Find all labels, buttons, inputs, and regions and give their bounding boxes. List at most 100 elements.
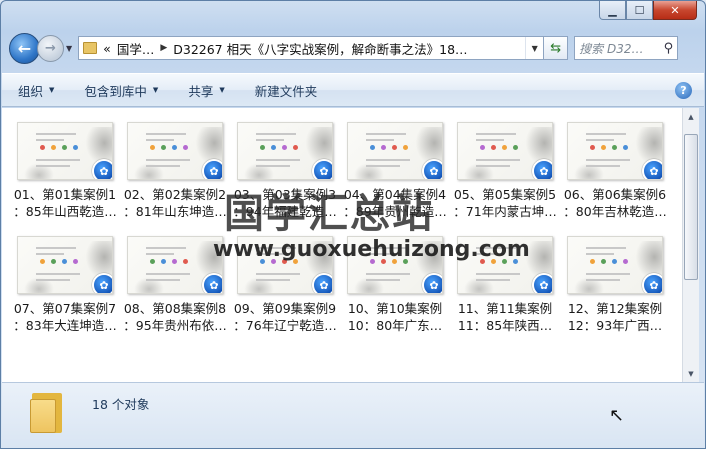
explorer-window: ▁ ☐ ✕ ← → ▼ « 国学… ▶ D32267 相天《八字实战案例，解命断… <box>0 0 706 449</box>
details-pane: 18 个对象 ↖ <box>2 382 704 448</box>
scrollbar-thumb[interactable] <box>684 134 698 280</box>
media-player-icon: ✿ <box>202 159 222 179</box>
address-bar[interactable]: « 国学… ▶ D32267 相天《八字实战案例，解命断事之法》18… ▼ <box>78 36 545 60</box>
file-name-line2: 11：85年陕西… <box>457 318 553 333</box>
file-name: 07、第07集案例7 ：83年大连坤造… <box>10 300 120 334</box>
navigation-bar: ← → ▼ « 国学… ▶ D32267 相天《八字实战案例，解命断事之法》18… <box>9 31 697 65</box>
file-name-line1: 12、第12集案例 <box>567 301 663 316</box>
file-name-line1: 10、第10集案例 <box>347 301 443 316</box>
address-dropdown-icon[interactable]: ▼ <box>525 37 543 59</box>
media-player-icon: ✿ <box>422 273 442 293</box>
file-name-line2: ：71年内蒙古坤… <box>453 204 557 219</box>
file-name-line2: ：81年山东坤造… <box>123 204 227 219</box>
file-name: 08、第08集案例8 ：95年贵州布依… <box>120 300 230 334</box>
file-name-line2: ：95年贵州布依… <box>123 318 227 333</box>
media-player-icon: ✿ <box>312 159 332 179</box>
new-folder-label: 新建文件夹 <box>254 83 318 99</box>
organize-label: 组织 <box>18 83 44 99</box>
file-name-line1: 11、第11集案例 <box>457 301 553 316</box>
video-thumbnail[interactable]: ✿ <box>457 122 553 180</box>
file-name-line2: 12：93年广西… <box>567 318 663 333</box>
search-input[interactable]: 搜索 D32… ⚲ <box>574 36 679 60</box>
back-button[interactable]: ← <box>9 32 40 64</box>
file-item[interactable]: ✿ 12、第12集案例 12：93年广西… <box>560 236 670 334</box>
file-name: 06、第06集案例6 ：80年吉林乾造… <box>560 186 670 220</box>
file-name-line2: ：85年山西乾造… <box>13 204 117 219</box>
video-thumbnail[interactable]: ✿ <box>127 236 223 294</box>
include-label: 包含到库中 <box>84 83 147 99</box>
include-in-library-menu[interactable]: 包含到库中 ▼ <box>84 81 158 100</box>
search-placeholder: 搜索 D32… <box>579 41 644 56</box>
file-name: 10、第10集案例 10：80年广东… <box>340 300 450 334</box>
breadcrumb-current-folder[interactable]: D32267 相天《八字实战案例，解命断事之法》18… <box>173 39 467 58</box>
video-thumbnail[interactable]: ✿ <box>127 122 223 180</box>
file-name-line2: ：83年大连坤造… <box>13 318 117 333</box>
video-thumbnail[interactable]: ✿ <box>567 122 663 180</box>
file-item[interactable]: ✿ 02、第02集案例2 ：81年山东坤造… <box>120 122 230 220</box>
vertical-scrollbar[interactable]: ▲ ▼ <box>682 108 699 382</box>
minimize-button[interactable]: ▁ <box>599 1 626 20</box>
breadcrumb-guoxue[interactable]: 国学… <box>117 39 155 58</box>
breadcrumb-arrow-icon[interactable]: ▶ <box>160 43 167 53</box>
command-toolbar: 组织 ▼ 包含到库中 ▼ 共享 ▼ 新建文件夹 ? <box>2 73 704 107</box>
folder-icon <box>83 42 98 54</box>
address-overflow[interactable]: « <box>103 41 111 56</box>
watermark-text-cn: 国学汇总站 <box>224 191 434 237</box>
media-player-icon: ✿ <box>92 159 112 179</box>
file-name-line1: 05、第05集案例5 <box>453 187 557 202</box>
media-player-icon: ✿ <box>312 273 332 293</box>
video-thumbnail[interactable]: ✿ <box>17 236 113 294</box>
forward-button[interactable]: → <box>37 34 64 62</box>
scroll-up-icon[interactable]: ▲ <box>683 108 699 125</box>
search-icon[interactable]: ⚲ <box>664 41 674 56</box>
file-name-line1: 01、第01集案例1 <box>13 187 117 202</box>
file-name: 12、第12集案例 12：93年广西… <box>560 300 670 334</box>
media-player-icon: ✿ <box>202 273 222 293</box>
refresh-icon: ⇆ <box>550 40 562 56</box>
file-item[interactable]: ✿ 07、第07集案例7 ：83年大连坤造… <box>10 236 120 334</box>
file-name-line2: 10：80年广东… <box>347 318 443 333</box>
media-player-icon: ✿ <box>532 159 552 179</box>
file-item[interactable]: ✿ 05、第05集案例5 ：71年内蒙古坤… <box>450 122 560 220</box>
recent-pages-dropdown-icon[interactable]: ▼ <box>66 44 72 53</box>
share-menu[interactable]: 共享 ▼ <box>188 81 224 100</box>
video-thumbnail[interactable]: ✿ <box>567 236 663 294</box>
watermark-text-url: www.guoxuehuizong.com <box>213 237 530 262</box>
close-button[interactable]: ✕ <box>653 1 697 20</box>
mouse-cursor-icon: ↖ <box>609 405 625 426</box>
organize-menu[interactable]: 组织 ▼ <box>18 81 54 100</box>
media-player-icon: ✿ <box>422 159 442 179</box>
scroll-down-icon[interactable]: ▼ <box>683 365 699 382</box>
object-count: 18 个对象 <box>92 397 150 412</box>
file-name: 05、第05集案例5 ：71年内蒙古坤… <box>450 186 560 220</box>
file-item[interactable]: ✿ 06、第06集案例6 ：80年吉林乾造… <box>560 122 670 220</box>
file-name-line1: 08、第08集案例8 <box>123 301 227 316</box>
file-name-line2: ：76年辽宁乾造… <box>233 318 337 333</box>
chevron-down-icon: ▼ <box>152 86 159 94</box>
media-player-icon: ✿ <box>642 159 662 179</box>
file-name-line1: 06、第06集案例6 <box>563 187 667 202</box>
caption-buttons: ▁ ☐ ✕ <box>599 1 697 21</box>
video-thumbnail[interactable]: ✿ <box>17 122 113 180</box>
refresh-button[interactable]: ⇆ <box>544 36 569 60</box>
video-thumbnail[interactable]: ✿ <box>237 122 333 180</box>
chevron-down-icon: ▼ <box>219 86 225 94</box>
file-name: 01、第01集案例1 ：85年山西乾造… <box>10 186 120 220</box>
media-player-icon: ✿ <box>532 273 552 293</box>
file-name-line2: ：80年吉林乾造… <box>563 204 667 219</box>
maximize-button[interactable]: ☐ <box>626 1 653 20</box>
share-label: 共享 <box>188 83 214 99</box>
arrow-left-icon: ← <box>17 38 32 58</box>
file-name-line1: 02、第02集案例2 <box>123 187 227 202</box>
file-name: 02、第02集案例2 ：81年山东坤造… <box>120 186 230 220</box>
file-item[interactable]: ✿ 01、第01集案例1 ：85年山西乾造… <box>10 122 120 220</box>
help-icon[interactable]: ? <box>675 82 692 99</box>
file-name: 11、第11集案例 11：85年陕西… <box>450 300 560 334</box>
file-name: 09、第09集案例9 ：76年辽宁乾造… <box>230 300 340 334</box>
file-name-line1: 07、第07集案例7 <box>13 301 117 316</box>
folder-large-icon <box>30 391 64 435</box>
video-thumbnail[interactable]: ✿ <box>347 122 443 180</box>
media-player-icon: ✿ <box>92 273 112 293</box>
media-player-icon: ✿ <box>642 273 662 293</box>
new-folder-button[interactable]: 新建文件夹 <box>255 81 318 100</box>
